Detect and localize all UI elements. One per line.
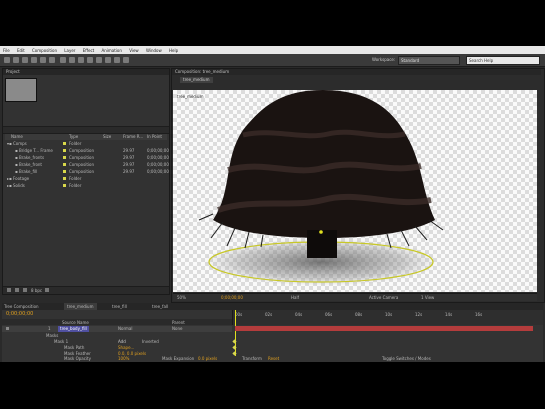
timeline-panel: 0;00;00;00 Source Name Parent 00s 02s 04… [2,310,543,360]
timeline-tabs: Tree Composition tree_medium tree_fill t… [2,303,543,310]
time-ruler[interactable]: 00s 02s 04s 06s 08s 10s 12s 14s 16s [232,310,543,360]
comp-icon: ▪ [15,162,18,167]
menu-help[interactable]: Help [166,46,181,53]
selection-tool-icon[interactable] [4,57,10,63]
viewer-timecode[interactable]: 0;00;00;00 [221,295,243,300]
tab-tree-composition[interactable]: Tree Composition [4,304,39,309]
view-layout-select[interactable]: 1 View [421,295,434,300]
menu-view[interactable]: View [126,46,142,53]
menu-window[interactable]: Window [143,46,165,53]
list-item[interactable]: ▸▪ Footage Folder [5,176,167,182]
col-inpoint[interactable]: In Point [147,134,162,140]
resolution-select[interactable]: Half [291,295,299,300]
hand-tool-icon[interactable] [13,57,19,63]
list-item[interactable]: ▪ Brake_fill Composition 29.97 0;00;00;0… [5,169,169,175]
layer-duration-bar[interactable] [235,326,533,331]
comp-icon: ▪ [15,169,18,174]
ae-window: File Edit Composition Layer Effect Anima… [0,46,545,362]
toggle-switches-modes[interactable]: Toggle Switches / Modes [382,356,431,361]
parent-header[interactable]: Parent [172,320,185,325]
workspace-select[interactable]: Standard [398,56,460,65]
anchor-point-icon [319,230,323,234]
label-swatch [63,183,68,189]
tree-artwork [198,90,444,286]
folder-icon: ▸▪ [7,176,12,181]
new-folder-icon[interactable] [15,288,19,292]
composition-tab[interactable]: Composition: tree_medium [172,69,541,75]
menu-edit[interactable]: Edit [14,46,28,53]
project-panel: Project Name Type Size Frame R... In Poi… [2,68,170,295]
list-item[interactable]: ▾▪ Comps Folder [5,141,167,147]
col-framerate[interactable]: Frame R... [123,134,143,140]
source-name-header[interactable]: Source Name [62,320,89,325]
menu-composition[interactable]: Composition [29,46,60,53]
timeline-timecode[interactable]: 0;00;00;00 [6,311,33,317]
tab-tree-fall[interactable]: tree_fall [152,304,168,309]
blend-mode-select[interactable]: Normal [118,326,132,332]
layer-column-header: Source Name Parent [2,319,232,325]
eraser-tool-icon[interactable] [105,57,111,63]
bit-depth-button[interactable]: 8 bpc [31,288,42,293]
mask-tool-icon[interactable] [60,57,66,63]
brush-tool-icon[interactable] [87,57,93,63]
menu-effect[interactable]: Effect [80,46,98,53]
text-tool-icon[interactable] [78,57,84,63]
comp-canvas[interactable]: tree_medium [173,90,537,292]
viewer-controls: 50% 0;00;00;00 Half Active Camera 1 View [173,293,537,301]
clone-tool-icon[interactable] [96,57,102,63]
search-help-input[interactable]: Search Help [466,56,540,65]
parent-select[interactable]: None [172,326,182,332]
puppet-tool-icon[interactable] [123,57,129,63]
list-item[interactable]: ▪ Brake_front Composition 29.97 0;00;00;… [5,162,169,168]
zoom-tool-icon[interactable] [22,57,28,63]
col-size[interactable]: Size [103,134,111,140]
camera-tool-icon[interactable] [40,57,46,63]
comp-icon: ▪ [15,148,18,153]
label-swatch [63,155,68,161]
magnification-select[interactable]: 50% [177,295,186,300]
tab-tree-fill[interactable]: tree_fill [112,304,127,309]
rotate-tool-icon[interactable] [31,57,37,63]
tools-panel: Workspace: Standard Search Help [0,54,545,67]
folder-icon: ▾▪ [7,141,12,146]
workspace-label: Workspace: [372,57,396,62]
folder-icon: ▸▪ [7,183,12,188]
label-swatch [63,169,68,175]
visibility-eye-icon[interactable] [6,327,9,330]
menu-animation[interactable]: Animation [99,46,125,53]
roto-brush-tool-icon[interactable] [114,57,120,63]
pen-tool-icon[interactable] [69,57,75,63]
comp-icon: ▪ [15,155,18,160]
list-item[interactable]: ▸▪ Solids Folder [5,183,167,189]
layer-row[interactable]: 1 tree_body_fill Normal None [2,326,232,332]
project-footer: 8 bpc [3,286,169,294]
label-swatch [63,148,68,154]
tab-tree-medium[interactable]: tree_medium [64,303,97,310]
col-type[interactable]: Type [69,134,78,140]
col-name[interactable]: Name [11,134,23,140]
project-search-bar[interactable] [3,126,169,134]
label-swatch [63,176,68,182]
comp-subtab[interactable]: tree_medium [180,77,213,83]
pan-behind-tool-icon[interactable] [49,57,55,63]
list-item[interactable]: ▪ Brake_fronts Composition 29.97 0;00;00… [5,155,169,161]
timeline-overflow: Mask Opacity 100% Mask Expansion 0.0 pix… [2,356,543,362]
label-swatch [63,141,68,147]
layer-name[interactable]: tree_body_fill [58,326,89,332]
menu-file[interactable]: File [0,46,13,53]
new-comp-icon[interactable] [23,288,27,292]
trash-icon[interactable] [45,288,49,292]
project-column-header: Name Type Size Frame R... In Point [5,134,167,140]
list-item[interactable]: ▪ Bridge T... Frame Composition 29.97 0;… [5,148,169,154]
project-thumbnail [5,78,37,102]
camera-select[interactable]: Active Camera [369,295,398,300]
label-swatch [63,162,68,168]
interpret-footage-icon[interactable] [7,288,11,292]
menu-layer[interactable]: Layer [61,46,78,53]
menu-bar: File Edit Composition Layer Effect Anima… [0,46,545,54]
tree-trunk [307,230,337,258]
project-tab[interactable]: Project [3,69,169,75]
